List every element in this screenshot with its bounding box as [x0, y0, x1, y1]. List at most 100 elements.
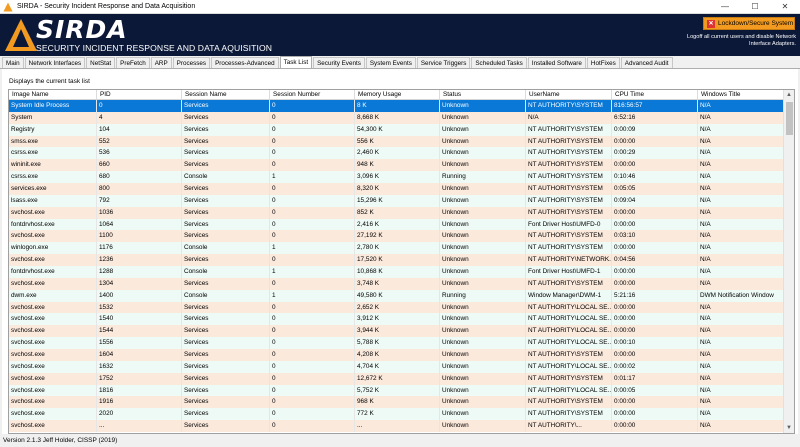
table-row[interactable]: smss.exe 552 Services 0 556 K Unknown NT AUTHO…: [9, 135, 784, 148]
close-button[interactable]: ✕: [770, 0, 800, 14]
tab-netstat[interactable]: NetStat: [86, 57, 116, 68]
table-cell: svchost.exe: [9, 384, 97, 397]
tab-security-events[interactable]: Security Events: [313, 57, 365, 68]
table-row[interactable]: System 4 Services 0 8,668 K Unknown N/A 6:52:16…: [9, 111, 784, 124]
table-row[interactable]: services.exe 800 Services 0 8,320 K Unknown NT…: [9, 183, 784, 195]
table-cell: 552: [97, 135, 182, 148]
table-cell: N/A: [698, 349, 784, 361]
table-cell: 0: [270, 123, 355, 136]
tab-system-events[interactable]: System Events: [365, 57, 416, 68]
tab-service-triggers[interactable]: Service Triggers: [416, 57, 471, 68]
table-cell: 1304: [97, 277, 182, 290]
table-row[interactable]: svchost.exe 1916 Services 0 968 K Unknown NT A…: [9, 396, 784, 409]
table-row[interactable]: fontdrvhost.exe 1064 Services 0 2,416 K Unkno…: [9, 218, 784, 231]
table-cell: N/A: [698, 360, 784, 373]
task-list-grid[interactable]: Image Name PID Session Name Session Number M…: [8, 89, 795, 434]
table-cell: 0: [270, 147, 355, 160]
table-row[interactable]: svchost.exe 1556 Services 0 5,788 K Unknown NT…: [9, 337, 784, 350]
table-row[interactable]: svchost.exe 1752 Services 0 12,672 K Unknown N…: [9, 372, 784, 385]
tab-hotfixes[interactable]: HotFixes: [586, 57, 620, 68]
table-row[interactable]: svchost.exe 1532 Services 0 2,652 K Unknown NT…: [9, 301, 784, 314]
table-cell: N/A: [698, 384, 784, 397]
table-row[interactable]: lsass.exe 792 Services 0 15,296 K Unknown NT A…: [9, 194, 784, 207]
table-cell: smss.exe: [9, 135, 97, 148]
table-cell: 1556: [97, 337, 182, 350]
table-row[interactable]: csrss.exe 680 Console 1 3,096 K Running NT AUT…: [9, 171, 784, 184]
tab-processes[interactable]: Processes: [172, 57, 211, 68]
table-row[interactable]: winlogon.exe 1176 Console 1 2,780 K Unknown NT…: [9, 242, 784, 255]
table-cell: NT AUTHORITY\LOCAL SE...: [526, 325, 612, 338]
table-row[interactable]: svchost.exe... Services 0... Unknown NT AUTH…: [9, 420, 784, 433]
scroll-up-icon[interactable]: ▲: [784, 90, 794, 100]
table-cell: 0: [270, 206, 355, 219]
table-cell: lsass.exe: [9, 194, 97, 207]
table-cell: 1540: [97, 313, 182, 326]
table-cell: N/A: [698, 147, 784, 160]
column-header-cpu-time[interactable]: CPU Time: [612, 90, 698, 99]
column-header-pid[interactable]: PID: [97, 90, 182, 99]
column-header-memory-usage[interactable]: Memory Usage: [355, 90, 440, 99]
table-cell: 0:01:17: [612, 372, 698, 385]
table-cell: Unknown: [440, 408, 526, 421]
table-row[interactable]: svchost.exe 1816 Services 0 5,752 K Unknown NT…: [9, 384, 784, 397]
tab-advanced-audit[interactable]: Advanced Audit: [620, 57, 673, 68]
table-cell: 0:00:00: [612, 408, 698, 421]
tab-installed-software[interactable]: Installed Software: [527, 57, 586, 68]
scroll-down-icon[interactable]: ▼: [784, 423, 794, 433]
lockdown-description: Logoff all current users and disable Net…: [686, 34, 796, 47]
table-cell: Services: [182, 206, 270, 219]
table-cell: Unknown: [440, 230, 526, 243]
tab-network-interfaces[interactable]: Network Interfaces: [24, 57, 86, 68]
table-row[interactable]: csrss.exe 536 Services 0 2,460 K Unknown NT AU…: [9, 147, 784, 160]
table-cell: NT AUTHORITY\LOCAL SE...: [526, 337, 612, 350]
table-cell: 0: [270, 313, 355, 326]
table-row[interactable]: wininit.exe 660 Services 0 948 K Unknown NT AU…: [9, 159, 784, 172]
table-row[interactable]: svchost.exe 1036 Services 0 852 K Unknown NT A…: [9, 206, 784, 219]
column-header-username[interactable]: UserName: [526, 90, 612, 99]
table-cell: Services: [182, 408, 270, 421]
tab-task-list[interactable]: Task List: [279, 56, 313, 68]
table-row[interactable]: svchost.exe 1304 Services 0 3,748 K Unknown NT…: [9, 277, 784, 290]
table-row[interactable]: svchost.exe 1604 Services 0 4,208 K Unknown NT…: [9, 349, 784, 361]
table-cell: 0: [270, 408, 355, 421]
table-row[interactable]: svchost.exe 1236 Services 0 17,520 K Unknown N…: [9, 254, 784, 267]
maximize-button[interactable]: ☐: [740, 0, 770, 14]
table-row[interactable]: svchost.exe 1632 Services 0 4,704 K Unknown NT…: [9, 360, 784, 373]
status-bar: Version 2.1.3 Jeff Holder, CISSP (2019): [0, 435, 800, 447]
tab-processes-advanced[interactable]: Processes-Advanced: [211, 57, 279, 68]
tab-scheduled-tasks[interactable]: Scheduled Tasks: [471, 57, 527, 68]
table-row[interactable]: dwm.exe 1400 Console 1 49,580 K Running Window…: [9, 289, 784, 302]
grid-header: Image Name PID Session Name Session Number M…: [9, 90, 784, 100]
column-header-session-number[interactable]: Session Number: [270, 90, 355, 99]
table-cell: System: [9, 111, 97, 124]
table-cell: 4: [97, 111, 182, 124]
table-row[interactable]: svchost.exe 1544 Services 0 3,944 K Unknown NT…: [9, 325, 784, 338]
table-cell: 2,416 K: [355, 218, 440, 231]
column-header-session-name[interactable]: Session Name: [182, 90, 270, 99]
scrollbar-thumb[interactable]: [786, 102, 793, 135]
table-cell: Unknown: [440, 100, 526, 112]
table-row[interactable]: svchost.exe 1540 Services 0 3,912 K Unknown NT…: [9, 313, 784, 326]
table-cell: Services: [182, 349, 270, 361]
table-cell: 5:21:16: [612, 289, 698, 302]
tab-arp[interactable]: ARP: [150, 57, 172, 68]
column-header-windows-title[interactable]: Windows Title: [698, 90, 784, 99]
table-row[interactable]: System Idle Process 0 Services 0 8 K Unknown N…: [9, 100, 784, 112]
table-row[interactable]: svchost.exe 1100 Services 0 27,192 K Unknown N…: [9, 230, 784, 243]
table-row[interactable]: svchost.exe 2020 Services 0 772 K Unknown NT A…: [9, 408, 784, 421]
minimize-button[interactable]: —: [710, 0, 740, 14]
lockdown-button[interactable]: ✕ Lockdown/Secure System: [703, 17, 795, 30]
tab-prefetch[interactable]: PreFetch: [116, 57, 150, 68]
table-cell: svchost.exe: [9, 313, 97, 326]
table-row[interactable]: Registry 104 Services 0 54,300 K Unknown NT AU…: [9, 123, 784, 136]
tab-main[interactable]: Main: [2, 57, 24, 68]
vertical-scrollbar[interactable]: ▲ ▼: [783, 90, 794, 433]
column-header-image-name[interactable]: Image Name: [9, 90, 97, 99]
table-cell: 556 K: [355, 135, 440, 148]
table-cell: 1532: [97, 301, 182, 314]
column-header-status[interactable]: Status: [440, 90, 526, 99]
table-row[interactable]: fontdrvhost.exe 1288 Console 1 10,868 K Unkno…: [9, 266, 784, 278]
table-cell: 0: [270, 159, 355, 172]
table-cell: 49,580 K: [355, 289, 440, 302]
table-cell: Services: [182, 111, 270, 124]
